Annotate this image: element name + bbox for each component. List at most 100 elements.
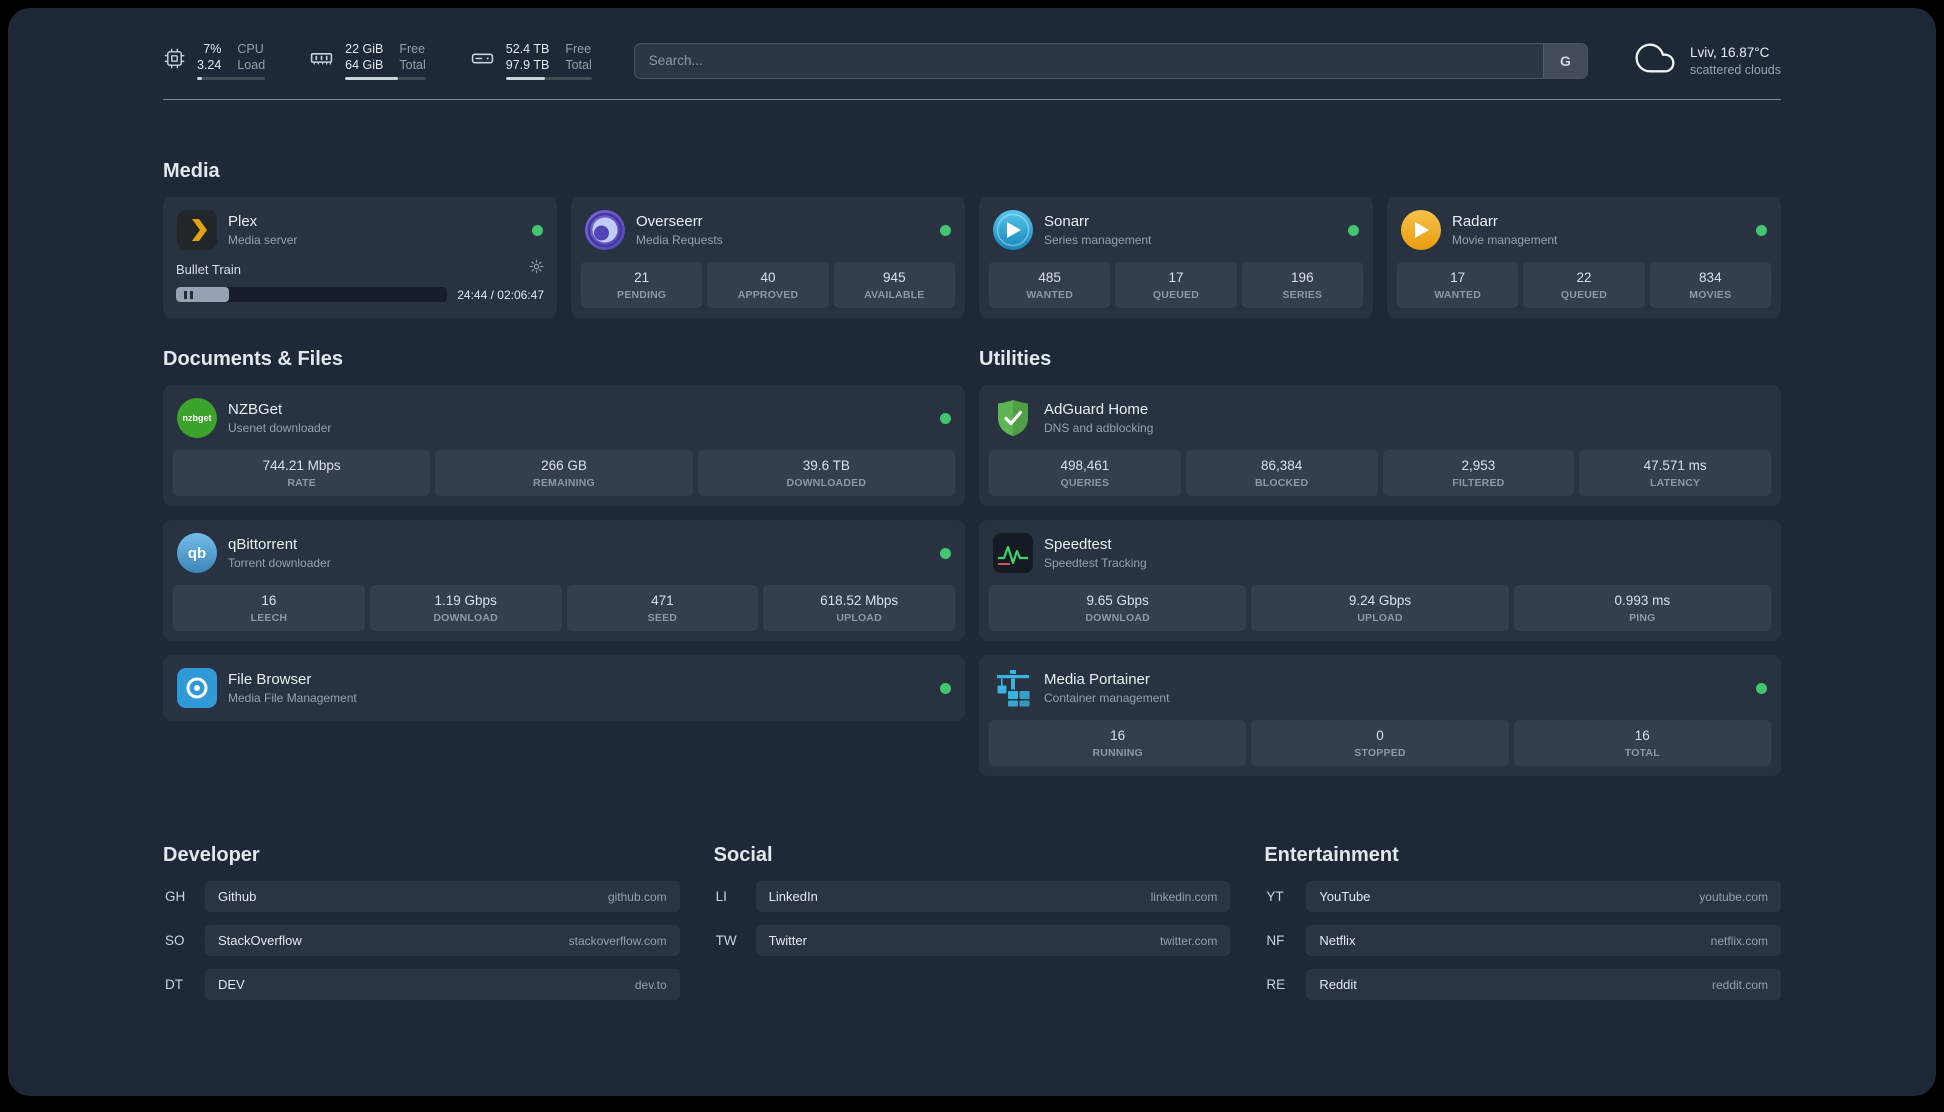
memory-widget: 22 GiB 64 GiB Free Total — [309, 42, 426, 80]
stat-upload: 618.52 Mbps UPLOAD — [763, 585, 955, 631]
bookmark-reddit[interactable]: RE Reddit reddit.com — [1264, 969, 1781, 1000]
bookmark-link[interactable]: LinkedIn linkedin.com — [755, 881, 1231, 912]
service-card-radarr[interactable]: Radarr Movie management 17 WANTED 22 QUE… — [1387, 197, 1781, 318]
service-desc: Container management — [1044, 691, 1170, 705]
stat-available: 945 AVAILABLE — [833, 262, 955, 308]
stat-queries: 498,461 QUERIES — [989, 450, 1181, 496]
stat-remaining: 266 GB REMAINING — [435, 450, 693, 496]
status-dot — [1756, 682, 1767, 694]
service-card-plex[interactable]: Plex Media server Bullet Train 24:44 / 0… — [163, 197, 557, 318]
disk-total-label: Total — [565, 57, 592, 72]
bookmark-twitter[interactable]: TW Twitter twitter.com — [714, 925, 1231, 956]
group-title-media: Media — [163, 160, 220, 182]
service-card-speedtest[interactable]: Speedtest Speedtest Tracking 9.65 Gbps D… — [979, 520, 1781, 641]
stat-series: 196 SERIES — [1241, 262, 1363, 308]
bookmark-youtube[interactable]: YT YouTube youtube.com — [1264, 881, 1781, 912]
memory-icon — [309, 46, 334, 76]
service-desc: Speedtest Tracking — [1044, 556, 1147, 570]
disk-free-label: Free — [565, 41, 592, 56]
memory-total-label: Total — [399, 57, 426, 72]
search-input[interactable] — [634, 43, 1543, 78]
group-documents: Documents & Files nzbget NZBGet Usenet d… — [163, 348, 965, 776]
playback-progress-bar[interactable] — [176, 287, 448, 302]
bookmark-github[interactable]: GH Github github.com — [163, 881, 680, 912]
dashboard-root: 7% 3.24 CPU Load 22 GiB 64 GiB Free Tota… — [8, 8, 1936, 1096]
service-desc: Media Requests — [636, 233, 723, 247]
stat-seed: 471 SEED — [566, 585, 759, 631]
overseerr-icon — [585, 210, 625, 250]
weather-condition: scattered clouds — [1689, 62, 1781, 77]
weather-widget[interactable]: Lviv, 16.87°C scattered clouds — [1632, 38, 1781, 83]
radarr-icon — [1401, 210, 1441, 250]
stat-leech: 16 LEECH — [173, 585, 365, 631]
status-dot — [532, 224, 543, 236]
now-playing-title: Bullet Train — [176, 261, 242, 277]
sonarr-icon — [993, 210, 1033, 250]
status-dot — [940, 682, 951, 694]
bookmark-link[interactable]: Github github.com — [205, 881, 680, 912]
cpu-widget: 7% 3.24 CPU Load — [163, 41, 266, 80]
service-card-qbittorrent[interactable]: qb qBittorrent Torrent downloader 16 LEE… — [163, 520, 965, 641]
adguard-icon — [993, 398, 1033, 438]
stat-approved: 40 APPROVED — [707, 262, 829, 308]
stat-pending: 21 PENDING — [581, 262, 703, 308]
stat-latency: 47.571 ms LATENCY — [1579, 450, 1771, 496]
disk-total-value: 97.9 TB — [505, 57, 550, 72]
stat-rate: 744.21 Mbps RATE — [173, 450, 431, 496]
resource-widgets: 7% 3.24 CPU Load 22 GiB 64 GiB Free Tota… — [163, 42, 592, 80]
stat-download: 9.65 Gbps DOWNLOAD — [989, 585, 1247, 631]
group-title-developer: Developer — [163, 844, 260, 866]
disk-free-value: 52.4 TB — [505, 41, 550, 56]
stat-ping: 0.993 ms PING — [1513, 585, 1771, 631]
cpu-percent: 7% — [203, 41, 222, 56]
bookmark-stackoverflow[interactable]: SO StackOverflow stackoverflow.com — [163, 925, 680, 956]
playback-time: 24:44 / 02:06:47 — [457, 287, 544, 302]
weather-location: Lviv, 16.87°C — [1689, 44, 1770, 60]
cpu-label: CPU — [237, 41, 264, 56]
service-card-portainer[interactable]: Media Portainer Container management 16 … — [979, 655, 1781, 776]
bookmark-link[interactable]: Twitter twitter.com — [755, 925, 1231, 956]
service-name: Sonarr — [1044, 213, 1090, 230]
bookmark-link[interactable]: StackOverflow stackoverflow.com — [205, 925, 680, 956]
stat-movies: 834 MOVIES — [1649, 262, 1771, 308]
nzbget-icon: nzbget — [177, 398, 217, 438]
stat-total: 16 TOTAL — [1513, 720, 1771, 766]
group-media: Media Plex Media server Bullet Train 24:… — [163, 160, 1781, 318]
search-provider-button[interactable]: G — [1542, 43, 1587, 78]
service-name: Speedtest — [1044, 536, 1112, 553]
qbittorrent-icon: qb — [177, 533, 217, 573]
portainer-icon — [993, 668, 1033, 708]
stat-stopped: 0 STOPPED — [1251, 720, 1509, 766]
service-name: Plex — [228, 213, 258, 230]
search-bar: G — [633, 42, 1588, 79]
disk-usage-bar — [505, 76, 592, 80]
bookmark-dev[interactable]: DT DEV dev.to — [163, 969, 680, 1000]
service-desc: DNS and adblocking — [1044, 421, 1154, 435]
settings-icon[interactable] — [529, 259, 544, 279]
service-card-nzbget[interactable]: nzbget NZBGet Usenet downloader 744.21 M… — [163, 385, 965, 506]
service-card-adguard[interactable]: AdGuard Home DNS and adblocking 498,461 … — [979, 385, 1781, 506]
service-name: qBittorrent — [228, 536, 298, 553]
disk-icon — [470, 46, 495, 76]
bookmark-linkedin[interactable]: LI LinkedIn linkedin.com — [714, 881, 1231, 912]
bookmark-link[interactable]: Reddit reddit.com — [1306, 969, 1781, 1000]
bookmark-netflix[interactable]: NF Netflix netflix.com — [1264, 925, 1781, 956]
service-card-overseerr[interactable]: Overseerr Media Requests 21 PENDING 40 A… — [571, 197, 965, 318]
stat-queued: 22 QUEUED — [1523, 262, 1645, 308]
service-card-sonarr[interactable]: Sonarr Series management 485 WANTED 17 Q… — [979, 197, 1373, 318]
bookmark-link[interactable]: DEV dev.to — [205, 969, 680, 1000]
service-name: Overseerr — [636, 213, 703, 230]
service-name: NZBGet — [228, 401, 283, 418]
bookmark-link[interactable]: YouTube youtube.com — [1306, 881, 1781, 912]
cloud-icon — [1632, 38, 1678, 83]
bookmark-abbr: YT — [1266, 889, 1284, 904]
stat-filtered: 2,953 FILTERED — [1382, 450, 1575, 496]
topbar-divider — [163, 99, 1781, 100]
pause-icon[interactable] — [184, 287, 193, 302]
bookmark-group-entertainment: Entertainment YT YouTube youtube.com NF … — [1264, 844, 1781, 1000]
service-desc: Usenet downloader — [228, 421, 332, 435]
bookmark-abbr: GH — [165, 889, 186, 904]
cpu-load-label: Load — [237, 57, 266, 72]
service-card-filebrowser[interactable]: File Browser Media File Management — [163, 655, 965, 721]
bookmark-link[interactable]: Netflix netflix.com — [1306, 925, 1781, 956]
